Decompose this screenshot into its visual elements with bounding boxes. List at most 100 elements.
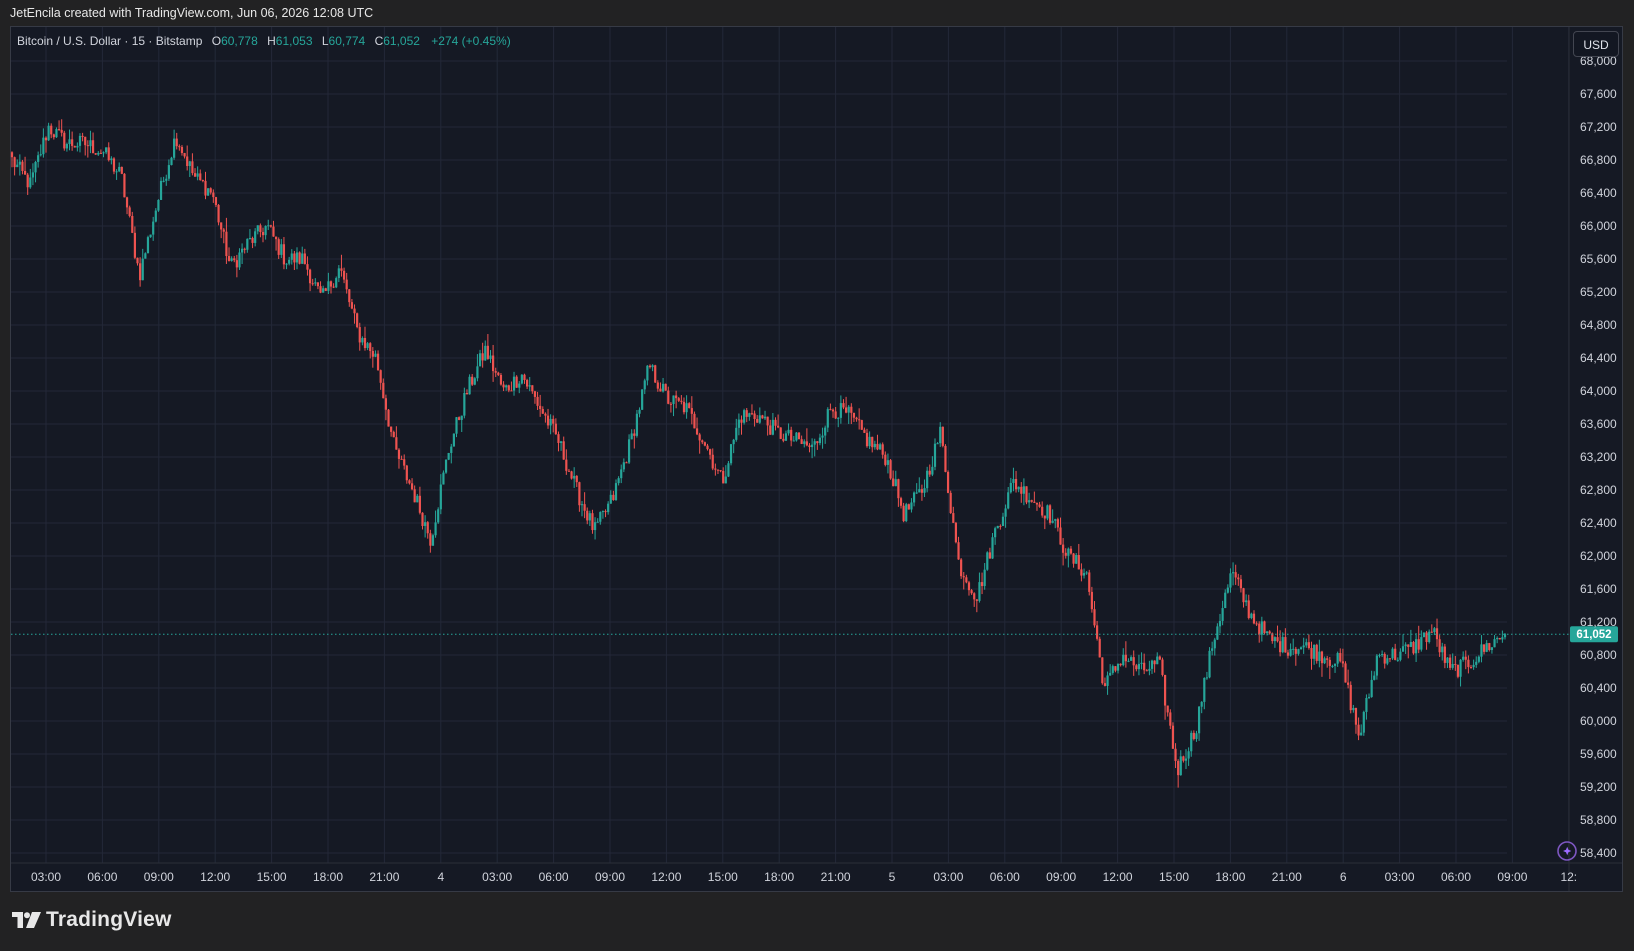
- candle-body: [748, 413, 751, 417]
- candle-body: [1069, 548, 1073, 554]
- candle: [784, 430, 788, 441]
- candle-body: [120, 166, 123, 174]
- candle: [1127, 658, 1130, 663]
- candle: [348, 289, 351, 307]
- candle-body: [557, 434, 560, 443]
- candle-body: [1041, 506, 1044, 516]
- time-tick-label: 09:00: [1497, 870, 1527, 884]
- candle: [416, 493, 419, 503]
- candle: [288, 256, 291, 266]
- candle: [758, 407, 761, 424]
- candle: [620, 464, 623, 484]
- candle-body: [10, 152, 14, 158]
- candle-body: [844, 407, 848, 413]
- tradingview-brand[interactable]: TradingView: [12, 908, 172, 932]
- candle-body: [238, 252, 241, 268]
- candle: [1263, 620, 1266, 635]
- candlestick-chart[interactable]: 61,052 58,400 58,800 59,200 59,600 60,000 60,…: [0, 0, 1634, 951]
- candle: [978, 572, 981, 603]
- candle-body: [42, 137, 45, 155]
- candle-body: [392, 431, 395, 438]
- candle-body: [515, 376, 518, 388]
- candle-body: [567, 470, 571, 472]
- candle-body: [1247, 600, 1250, 618]
- candle-body: [782, 438, 785, 441]
- candle-body: [839, 403, 842, 418]
- candle-body: [481, 353, 484, 361]
- candle: [311, 278, 314, 286]
- symbol-label[interactable]: Bitcoin / U.S. Dollar · 15 · Bitstamp: [17, 34, 202, 48]
- candle: [677, 396, 680, 403]
- candle-body: [690, 408, 693, 414]
- candle: [685, 395, 688, 419]
- candle: [573, 467, 576, 488]
- candle-body: [1090, 591, 1093, 610]
- currency-button[interactable]: USD: [1573, 31, 1619, 57]
- candle-body: [1448, 657, 1452, 668]
- magic-sparkle-icon[interactable]: [1557, 841, 1577, 861]
- candle-body: [71, 139, 74, 146]
- candle-body: [340, 268, 343, 271]
- candle-body: [1211, 648, 1214, 651]
- candle: [999, 524, 1002, 530]
- candle: [991, 532, 994, 559]
- candle-body: [980, 582, 984, 587]
- candle-body: [1367, 696, 1371, 698]
- candle: [612, 490, 615, 501]
- candle-body: [29, 177, 32, 188]
- candle: [233, 255, 236, 263]
- candle: [340, 254, 343, 277]
- candle-body: [277, 239, 280, 255]
- candle-body: [784, 433, 788, 441]
- candle-body: [246, 238, 249, 250]
- candle-body: [361, 338, 364, 343]
- candle-body: [376, 353, 380, 371]
- candle: [34, 160, 37, 183]
- candle: [593, 517, 597, 540]
- candle: [732, 438, 735, 454]
- candle-body: [23, 170, 27, 175]
- candle: [910, 498, 913, 513]
- candle-body: [525, 380, 529, 387]
- candle: [1012, 467, 1015, 492]
- candle: [1096, 620, 1099, 641]
- candle-body: [50, 125, 53, 135]
- candle: [1409, 629, 1412, 648]
- candle-body: [651, 365, 654, 368]
- candle: [1258, 621, 1261, 643]
- candle-body: [73, 145, 76, 148]
- candle: [983, 563, 986, 590]
- candle-body: [16, 164, 19, 168]
- candle: [970, 588, 973, 595]
- candle-body: [1082, 573, 1086, 576]
- candle-body: [824, 427, 827, 436]
- candle: [939, 422, 942, 447]
- candle-body: [115, 171, 118, 173]
- candle: [1276, 625, 1279, 643]
- candle: [371, 347, 374, 368]
- price-tick-label: 59,200: [1580, 780, 1617, 794]
- candle-body: [434, 522, 437, 536]
- candle-body: [497, 372, 500, 375]
- candle-body: [1106, 675, 1109, 686]
- candle-body: [1378, 655, 1381, 657]
- candle: [395, 426, 398, 450]
- candle-body: [975, 599, 978, 601]
- candle-body: [737, 419, 740, 428]
- candle-body: [384, 398, 388, 410]
- candle-body: [604, 511, 607, 513]
- candle: [1014, 470, 1018, 493]
- candle-body: [1349, 684, 1352, 711]
- candle-body: [648, 365, 652, 368]
- candle-body: [583, 504, 586, 511]
- price-tick-label: 62,400: [1580, 516, 1617, 530]
- candle: [899, 496, 903, 509]
- candle: [902, 502, 905, 523]
- candle-body: [1289, 648, 1292, 656]
- candle-body: [714, 468, 717, 470]
- candle: [871, 436, 874, 453]
- candle: [1459, 659, 1462, 687]
- candle: [1035, 502, 1039, 511]
- candle-body: [905, 504, 908, 522]
- candle: [698, 432, 701, 454]
